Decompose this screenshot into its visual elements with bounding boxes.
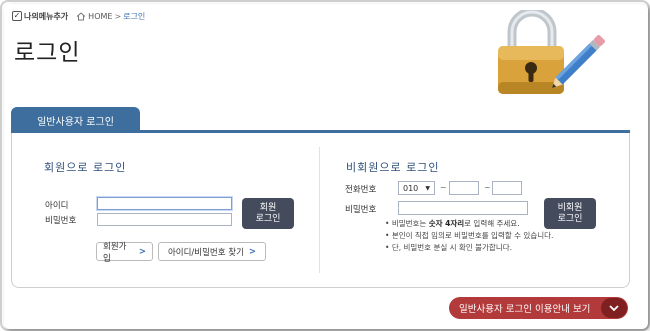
guest-login-button-line2: 로그인 xyxy=(557,213,583,224)
tab-bar: 일반사용자 로그인 xyxy=(11,107,630,133)
chevron-down-icon xyxy=(601,298,627,318)
password-label: 비밀번호 xyxy=(45,216,77,226)
note-item: • 단, 비밀번호 분실 시 확인 불가합니다. xyxy=(385,243,512,252)
panel-divider xyxy=(319,147,320,273)
chevron-right-icon: > xyxy=(138,246,146,257)
breadcrumb: HOME > 로그인 xyxy=(76,11,145,22)
top-bar: ✓ 나의메뉴추가 HOME > 로그인 xyxy=(12,9,145,23)
member-login-button-line2: 로그인 xyxy=(255,213,281,224)
breadcrumb-current: 로그인 xyxy=(123,11,146,21)
phone-prefix-value: 010 xyxy=(403,183,419,193)
dropdown-caret-icon: ▼ xyxy=(425,184,430,192)
find-id-password-button[interactable]: 아이디/비밀번호 찾기 > xyxy=(158,242,266,261)
signup-button[interactable]: 회원가입 > xyxy=(96,241,153,264)
id-label: 아이디 xyxy=(45,201,69,211)
add-my-menu-link[interactable]: ✓ 나의메뉴추가 xyxy=(12,11,68,22)
id-input[interactable] xyxy=(97,197,232,210)
note-item: • 비밀번호는 숫자 4자리로 입력해 주세요. xyxy=(385,219,520,228)
phone-prefix-select[interactable]: 010 ▼ xyxy=(398,181,435,195)
guest-password-label: 비밀번호 xyxy=(345,205,377,215)
member-login-button-line1: 회원 xyxy=(259,202,277,213)
breadcrumb-separator: > xyxy=(114,11,122,21)
page-title: 로그인 xyxy=(14,40,81,66)
member-login-button[interactable]: 회원 로그인 xyxy=(242,198,294,229)
note-item: • 본인이 직접 임의로 비밀번호를 입력할 수 있습니다. xyxy=(385,231,554,240)
check-icon: ✓ xyxy=(12,11,22,21)
guest-login-button-line1: 비회원 xyxy=(557,202,583,213)
tab-general-user-login[interactable]: 일반사용자 로그인 xyxy=(11,107,140,133)
phone-separator: ~ xyxy=(440,183,447,192)
login-guide-button[interactable]: 일반사용자 로그인 이용안내 보기 xyxy=(449,297,628,319)
my-menu-label: 나의메뉴추가 xyxy=(24,11,69,21)
phone-separator: ~ xyxy=(484,183,491,192)
login-guide-label: 일반사용자 로그인 이용안내 보기 xyxy=(459,304,591,315)
guest-login-title: 비회원으로 로그인 xyxy=(346,161,440,174)
home-icon xyxy=(76,11,86,20)
lock-pencil-icon xyxy=(492,7,610,98)
breadcrumb-home[interactable]: HOME xyxy=(88,12,112,21)
chevron-right-icon: > xyxy=(248,246,257,257)
member-login-title: 회원으로 로그인 xyxy=(44,161,127,174)
phone-middle-input[interactable] xyxy=(449,181,479,195)
guest-password-input[interactable] xyxy=(398,201,528,215)
signup-label: 회원가입 xyxy=(103,241,127,264)
phone-last-input[interactable] xyxy=(492,181,522,195)
password-input[interactable] xyxy=(97,213,232,226)
find-id-password-label: 아이디/비밀번호 찾기 xyxy=(167,247,244,258)
guest-login-notes: • 비밀번호는 숫자 4자리로 입력해 주세요. • 본인이 직접 임의로 비밀… xyxy=(385,218,553,254)
login-panel xyxy=(11,133,630,288)
phone-label: 전화번호 xyxy=(345,185,377,195)
